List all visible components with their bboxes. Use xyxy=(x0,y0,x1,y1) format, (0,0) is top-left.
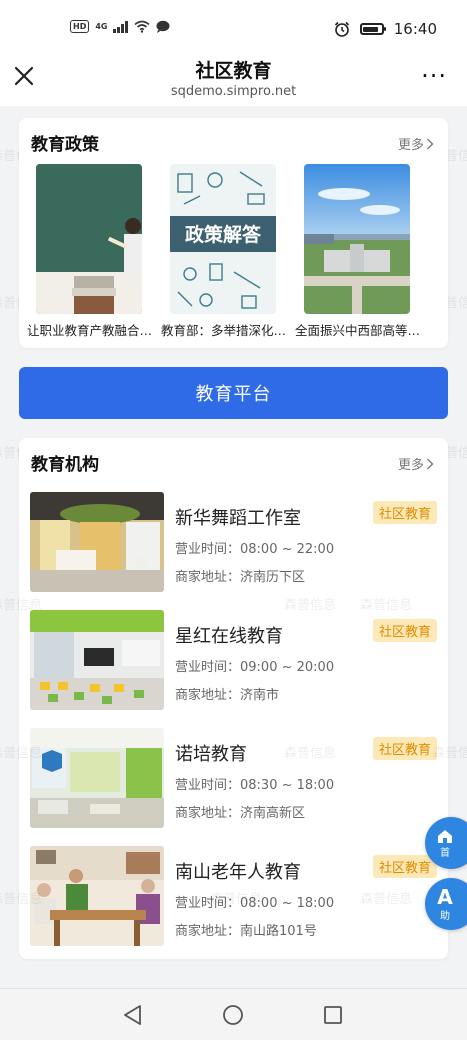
category-badge: 社区教育 xyxy=(372,737,437,760)
category-badge: 社区教育 xyxy=(372,501,437,524)
more-menu-button[interactable]: ··· xyxy=(421,64,447,88)
policy-caption: 全面振兴中西部高等…… xyxy=(295,323,423,338)
business-address: 商家地址：南山路101号 xyxy=(175,924,317,939)
policy-more-link[interactable]: 更多 xyxy=(398,134,434,153)
battery-icon xyxy=(359,23,386,35)
business-address: 商家地址：济南历下区 xyxy=(175,570,306,585)
policy-item[interactable]: 让职业教育产教融合…… xyxy=(27,164,155,339)
institution-name: 南山老年人教育 xyxy=(175,862,301,883)
institution-name: 星红在线教育 xyxy=(175,626,283,647)
assistant-float-label: 助 xyxy=(440,910,450,922)
institution-row[interactable]: 诺培教育 社区教育 营业时间：08:30 ~ 18:00 商家地址：济南高新区 xyxy=(19,728,448,846)
back-triangle-icon[interactable] xyxy=(121,1003,145,1027)
institution-row[interactable]: 南山老年人教育 社区教育 营业时间：08:00 ~ 18:00 商家地址：南山路… xyxy=(19,846,448,964)
message-icon xyxy=(156,20,170,33)
chevron-right-icon xyxy=(427,138,434,149)
business-hours: 营业时间：09:00 ~ 20:00 xyxy=(175,660,335,675)
institutions-title: 教育机构 xyxy=(31,455,99,475)
business-address: 商家地址：济南市 xyxy=(175,688,280,703)
page-title: 社区教育 xyxy=(195,60,272,82)
hd-badge: HD xyxy=(70,20,90,33)
institutions-card: 教育机构 更多 新华舞蹈工作室 社区教育 营业时间：08:00 ~ 22:00 … xyxy=(19,438,448,959)
institution-name: 诺培教育 xyxy=(175,744,247,765)
policy-caption: 教育部：多举措深化…… xyxy=(161,323,289,338)
policy-title: 教育政策 xyxy=(31,135,99,155)
clock: 16:40 xyxy=(393,20,437,38)
policy-item[interactable]: 政策解答 教育部：多举措深化…… xyxy=(161,164,289,339)
policy-card: 教育政策 更多 让职业教育产教融合…… 政策解答 教育部：多举措深化…… 全面振… xyxy=(19,118,448,348)
institution-row[interactable]: 星红在线教育 社区教育 营业时间：09:00 ~ 20:00 商家地址：济南市 xyxy=(19,610,448,728)
institution-image-classroom xyxy=(30,610,164,710)
institution-image-dance xyxy=(30,492,164,592)
home-icon xyxy=(438,829,452,843)
policy-image-classroom xyxy=(36,164,142,314)
more-label: 更多 xyxy=(397,458,424,473)
home-float-label: 首 xyxy=(440,847,450,859)
institution-row[interactable]: 新华舞蹈工作室 社区教育 营业时间：08:00 ~ 22:00 商家地址：济南历… xyxy=(19,492,448,610)
policy-item[interactable]: 全面振兴中西部高等…… xyxy=(295,164,423,339)
business-hours: 营业时间：08:30 ~ 18:00 xyxy=(175,778,335,793)
page-url: sqdemo.simpro.net xyxy=(170,84,297,99)
institution-name: 新华舞蹈工作室 xyxy=(175,508,301,529)
status-left: HD 4G xyxy=(70,20,170,33)
alarm-icon xyxy=(334,21,349,37)
institution-image-seniors xyxy=(30,846,164,946)
home-circle-icon[interactable] xyxy=(221,1003,245,1027)
business-address: 商家地址：济南高新区 xyxy=(175,806,306,821)
category-badge: 社区教育 xyxy=(372,855,437,878)
business-hours: 营业时间：08:00 ~ 22:00 xyxy=(175,542,335,557)
more-label: 更多 xyxy=(397,138,424,153)
status-right: 16:40 xyxy=(334,20,437,38)
education-platform-button[interactable]: 教育平台 xyxy=(19,367,448,419)
category-badge: 社区教育 xyxy=(372,619,437,642)
nav-bar: 社区教育 sqdemo.simpro.net ··· xyxy=(0,44,467,106)
policy-image-campus xyxy=(304,164,410,314)
institutions-more-link[interactable]: 更多 xyxy=(398,454,434,473)
chevron-right-icon xyxy=(427,458,434,469)
policy-image-banner: 政策解答 xyxy=(185,223,262,246)
system-nav-bar xyxy=(0,988,467,1040)
institution-image-hall xyxy=(30,728,164,828)
policy-list: 让职业教育产教融合…… 政策解答 教育部：多举措深化…… 全面振兴中西部高等…… xyxy=(27,164,423,339)
signal-icon xyxy=(113,20,128,33)
assistant-icon: A xyxy=(437,884,453,909)
wifi-icon xyxy=(134,20,150,33)
business-hours: 营业时间：08:00 ~ 18:00 xyxy=(175,896,335,911)
network-type: 4G xyxy=(95,22,108,31)
policy-image-qa: 政策解答 xyxy=(170,164,276,314)
recent-apps-square-icon[interactable] xyxy=(321,1003,345,1027)
institutions-list: 新华舞蹈工作室 社区教育 营业时间：08:00 ~ 22:00 商家地址：济南历… xyxy=(19,492,448,964)
policy-caption: 让职业教育产教融合…… xyxy=(27,323,155,338)
